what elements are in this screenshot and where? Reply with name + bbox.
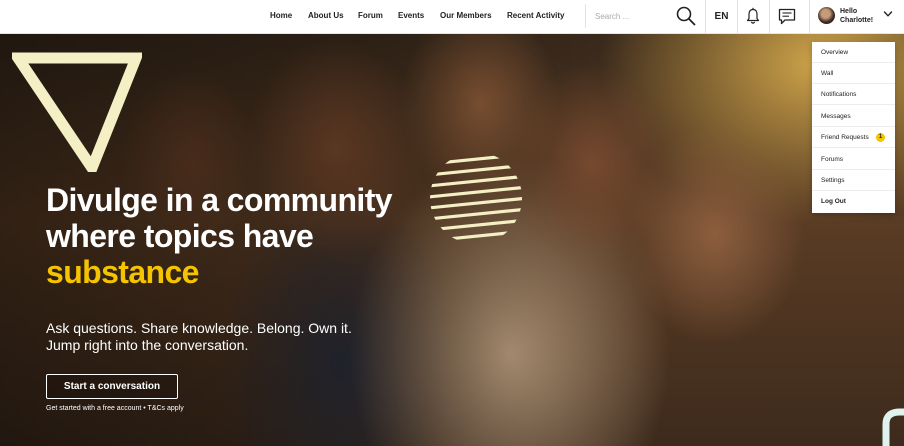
greeting-username: Charlotte! — [840, 17, 874, 24]
menu-item-settings[interactable]: Settings — [812, 170, 895, 191]
messages-button[interactable] — [769, 0, 809, 34]
headline-accent: substance — [46, 254, 199, 290]
menu-item-notifications[interactable]: Notifications — [812, 84, 895, 105]
hero-subcopy: Ask questions. Share knowledge. Belong. … — [46, 320, 466, 354]
hero-banner: Divulge in a community where topics have… — [0, 34, 904, 446]
search-box — [585, 4, 703, 28]
menu-item-overview[interactable]: Overview — [812, 42, 895, 63]
search-icon[interactable] — [675, 5, 697, 27]
nav-events[interactable]: Events — [398, 11, 424, 20]
menu-item-messages[interactable]: Messages — [812, 106, 895, 127]
bell-icon — [746, 7, 760, 24]
nav-recent-activity[interactable]: Recent Activity — [507, 11, 565, 20]
notifications-button[interactable] — [737, 0, 769, 34]
nav-forum[interactable]: Forum — [358, 11, 383, 20]
headline-line-1: Divulge in a community — [46, 182, 393, 218]
avatar[interactable] — [818, 7, 835, 24]
friend-requests-badge: 1 — [876, 133, 885, 142]
corner-arc-decoration — [882, 408, 904, 446]
user-greeting[interactable]: Hello Charlotte! — [840, 7, 873, 25]
top-navigation-bar: Home About Us Forum Events Our Members R… — [0, 0, 904, 34]
user-dropdown-menu: Overview Wall Notifications Messages Fri… — [812, 42, 895, 213]
greeting-hello: Hello — [840, 8, 858, 15]
headline-line-2: where topics have — [46, 218, 314, 254]
menu-item-friend-requests[interactable]: Friend Requests 1 — [812, 127, 895, 148]
language-selector[interactable]: EN — [705, 0, 737, 34]
chevron-down-icon[interactable] — [883, 10, 893, 18]
menu-item-forums[interactable]: Forums — [812, 149, 895, 170]
chat-icon — [778, 8, 796, 25]
nav-our-members[interactable]: Our Members — [440, 11, 492, 20]
hero-fineprint: Get started with a free account • T&Cs a… — [46, 405, 184, 412]
menu-item-log-out[interactable]: Log Out — [812, 191, 895, 212]
nav-about-us[interactable]: About Us — [308, 11, 344, 20]
menu-item-wall[interactable]: Wall — [812, 63, 895, 84]
nav-home[interactable]: Home — [270, 11, 292, 20]
triangle-decoration — [12, 52, 142, 172]
search-input[interactable] — [595, 10, 675, 22]
start-conversation-button[interactable]: Start a conversation — [46, 374, 178, 399]
hero-headline: Divulge in a community where topics have… — [46, 182, 466, 290]
menu-item-friend-requests-label: Friend Requests — [821, 134, 869, 141]
subcopy-line-2: Jump right into the conversation. — [46, 337, 249, 353]
subcopy-line-1: Ask questions. Share knowledge. Belong. … — [46, 320, 352, 336]
